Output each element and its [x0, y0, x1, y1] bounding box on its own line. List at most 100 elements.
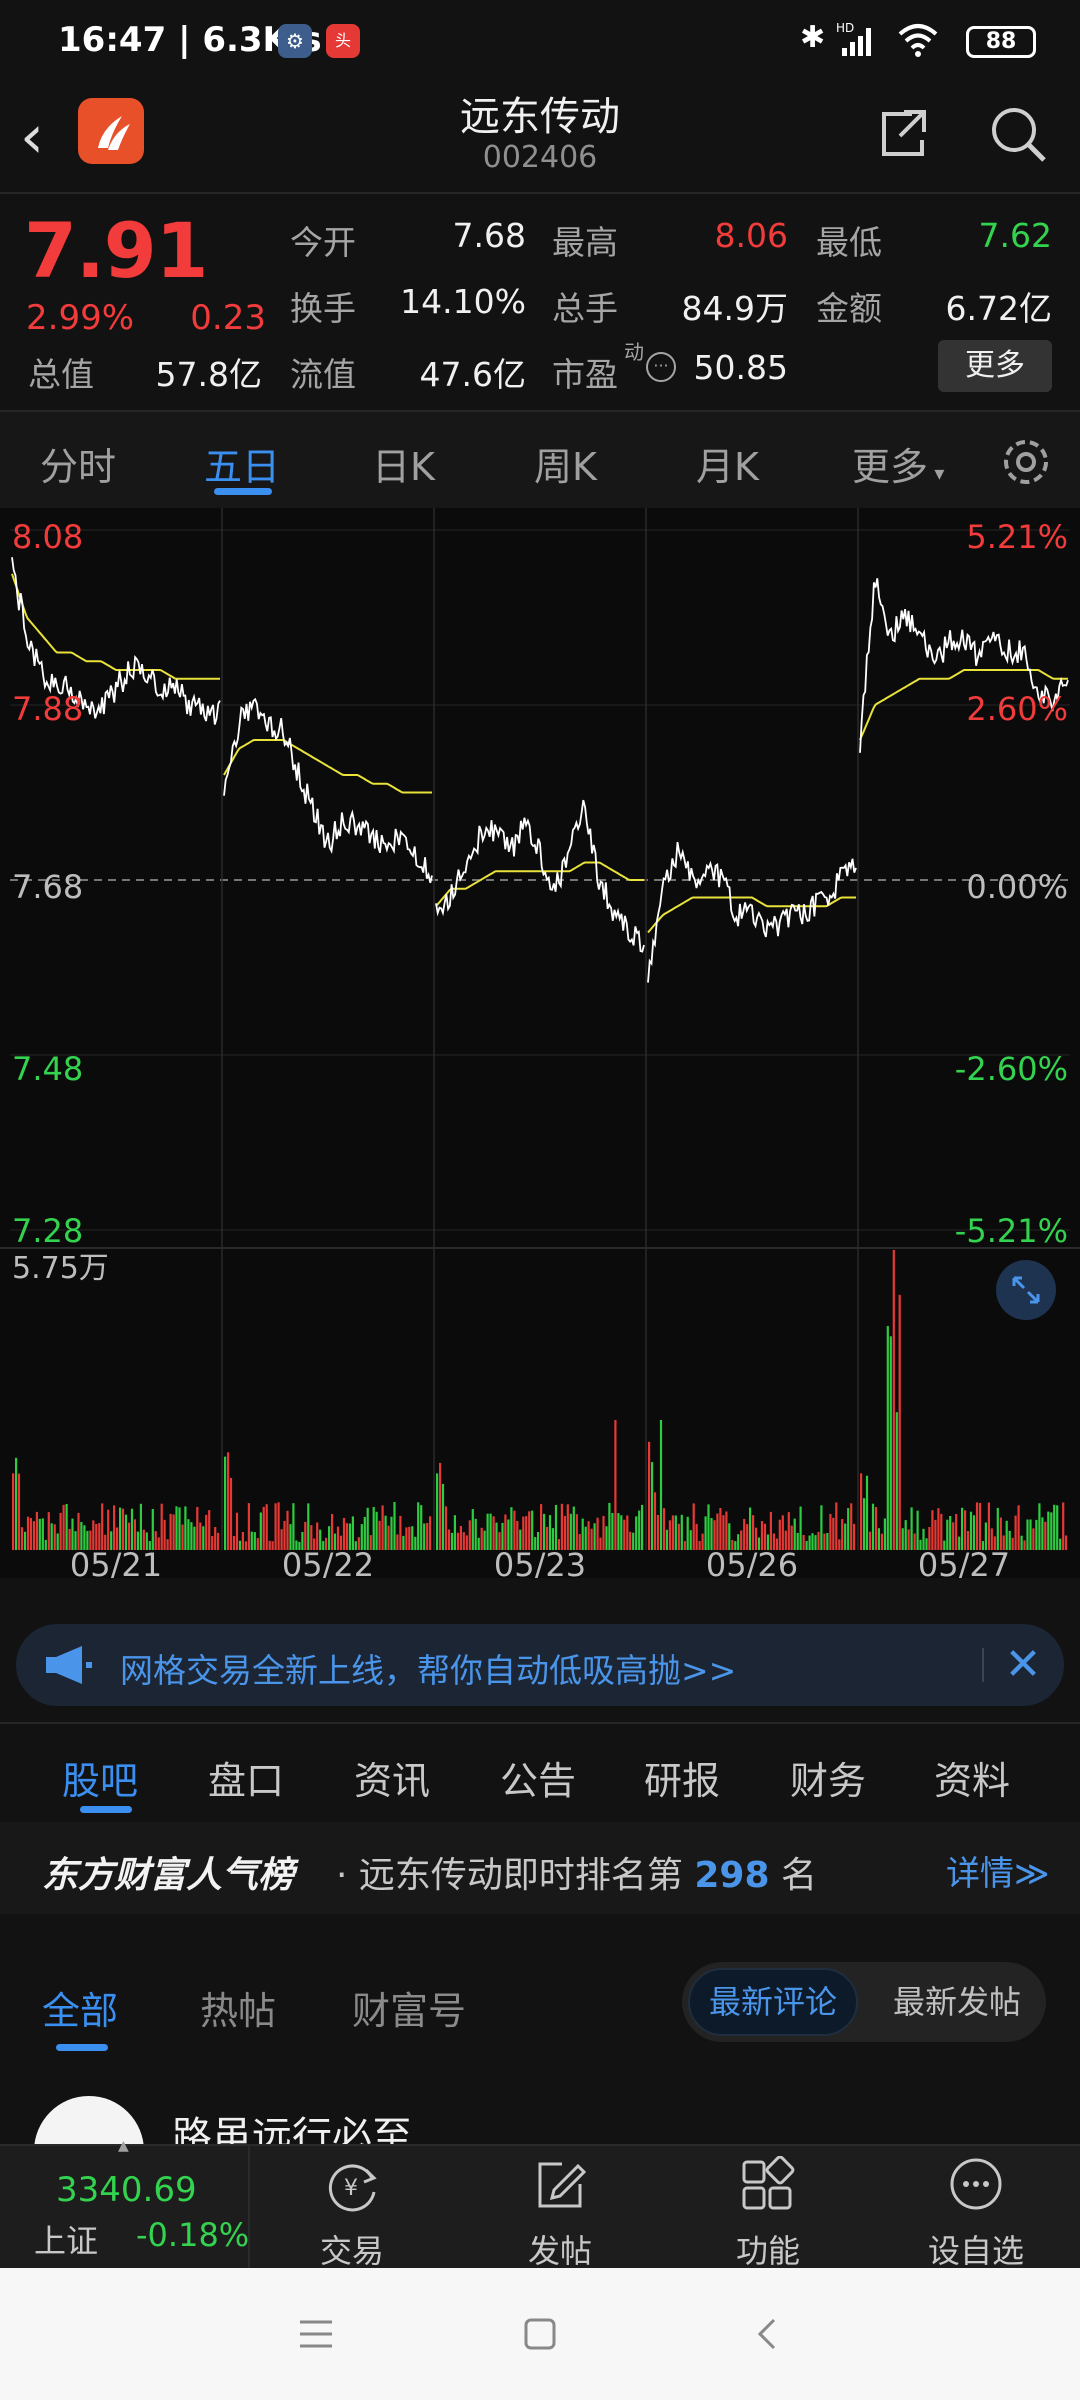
volume-bar: [662, 1508, 666, 1550]
volume-bar: [847, 1508, 850, 1550]
quote-label: 市盈: [552, 355, 618, 394]
feed-tab-all[interactable]: 全部: [42, 1980, 118, 2035]
tab-profile[interactable]: 资料: [934, 1750, 1010, 1805]
tab-more[interactable]: 更多 ▾: [852, 436, 944, 491]
volume-bar: [719, 1508, 722, 1550]
volume-bar: [554, 1505, 558, 1550]
pe-superscript: 动: [624, 340, 644, 364]
volume-bar: [411, 1526, 414, 1550]
sort-latest-comment[interactable]: 最新评论: [688, 1968, 858, 2036]
volume-bar: [184, 1506, 187, 1550]
home-icon[interactable]: [522, 2316, 558, 2352]
nav-trade[interactable]: ¥ 交易: [272, 2146, 432, 2270]
more-icon: [950, 2158, 1002, 2210]
feed-tab-caifuhao[interactable]: 财富号: [352, 1980, 466, 2035]
nav-functions[interactable]: 功能: [688, 2146, 848, 2270]
tab-research[interactable]: 研报: [644, 1750, 720, 1805]
volume-bar: [596, 1517, 599, 1550]
volume-bar: [1035, 1519, 1038, 1550]
close-icon[interactable]: ✕: [996, 1638, 1050, 1692]
more-quote-button[interactable]: 更多: [938, 340, 1052, 392]
volume-bar: [599, 1537, 602, 1550]
volume-bar: [444, 1506, 448, 1550]
quote-value: 47.6亿: [419, 355, 526, 394]
expand-icon[interactable]: [994, 1258, 1058, 1322]
tab-daily-k[interactable]: 日K: [372, 436, 435, 491]
volume-bar: [77, 1512, 80, 1550]
volume-bar: [531, 1510, 534, 1550]
tab-weekly-k[interactable]: 周K: [534, 436, 597, 491]
yen-refresh-icon: ¥: [328, 2164, 377, 2212]
volume-bar: [575, 1514, 578, 1550]
quote-value: 50.85: [693, 348, 788, 387]
volume-bar: [626, 1515, 629, 1550]
volume-bar: [277, 1502, 280, 1550]
volume-bar: [32, 1521, 35, 1550]
promo-text: 网格交易全新上线，帮你自动低吸高抛>>: [120, 1651, 737, 1690]
volume-bar: [271, 1541, 274, 1550]
share-icon[interactable]: [870, 100, 936, 166]
quote-value: 14.10%: [400, 282, 526, 321]
volume-bar: [436, 1473, 439, 1550]
volume-bar: [689, 1530, 692, 1550]
y-axis-left-label: 7.48: [12, 1050, 83, 1088]
five-day-chart[interactable]: 8.08 7.88 7.68 7.48 7.28 5.21% 2.60% 0.00% -2.60…: [0, 508, 1080, 1578]
sort-latest-post[interactable]: 最新发帖: [874, 1968, 1040, 2036]
volume-bar: [749, 1507, 752, 1550]
volume-bar: [121, 1508, 125, 1550]
feed-tab-hot[interactable]: 热帖: [200, 1980, 276, 2035]
quote-label: 最低: [816, 223, 882, 262]
volume-bar: [38, 1518, 41, 1550]
popularity-rank: 298: [694, 1855, 770, 1896]
volume-bar: [196, 1506, 199, 1550]
volume-bar: [860, 1473, 863, 1550]
volume-bar: [1029, 1519, 1032, 1550]
tab-five-day[interactable]: 五日: [204, 436, 280, 491]
menu-icon[interactable]: [298, 2316, 334, 2352]
search-icon[interactable]: [984, 100, 1050, 166]
tab-announcements[interactable]: 公告: [500, 1750, 576, 1805]
volume-bar: [274, 1503, 277, 1550]
tab-guba[interactable]: 股吧: [62, 1750, 138, 1805]
promo-banner[interactable]: 网格交易全新上线，帮你自动低吸高抛>> ✕: [16, 1624, 1064, 1706]
tab-finance[interactable]: 财务: [790, 1750, 866, 1805]
sort-toggle: 最新评论 最新发帖: [682, 1962, 1046, 2042]
popularity-detail-link[interactable]: 详情≫: [946, 1846, 1050, 1895]
volume-bar: [787, 1512, 790, 1550]
volume-bar: [569, 1513, 572, 1550]
volume-bar: [1047, 1511, 1050, 1550]
volume-bar: [256, 1538, 259, 1550]
volume-bar: [901, 1528, 904, 1550]
volume-bar: [978, 1503, 982, 1550]
volume-bar: [187, 1519, 190, 1550]
volume-bar: [166, 1539, 169, 1550]
volume-bar: [961, 1507, 964, 1550]
volume-bar: [548, 1515, 552, 1550]
volume-bar: [15, 1457, 18, 1550]
volume-bar: [227, 1452, 230, 1550]
tab-monthly-k[interactable]: 月K: [696, 436, 759, 491]
volume-bar: [608, 1502, 611, 1550]
popularity-bar[interactable]: 东方财富人气榜 · 远东传动即时排名第 298 名 详情≫: [0, 1822, 1080, 1914]
volume-bar: [468, 1520, 471, 1550]
back-nav-icon[interactable]: [750, 2316, 786, 2352]
volume-bar: [56, 1533, 59, 1550]
tab-pankou[interactable]: 盘口: [208, 1750, 284, 1805]
volume-bar: [972, 1515, 976, 1550]
volume-bar: [65, 1504, 68, 1550]
index-value[interactable]: 3340.69: [56, 2170, 197, 2210]
volume-bar: [1044, 1521, 1047, 1550]
tab-news[interactable]: 资讯: [354, 1750, 430, 1805]
y-axis-right-label: -2.60%: [955, 1050, 1068, 1088]
nav-post[interactable]: 发帖: [480, 2146, 640, 2270]
volume-bar: [1011, 1537, 1014, 1550]
nav-add-watchlist[interactable]: 设自选: [896, 2146, 1056, 2270]
volume-bar: [235, 1512, 239, 1550]
gear-icon[interactable]: [998, 434, 1054, 490]
volume-bar: [12, 1473, 15, 1550]
volume-bar: [492, 1516, 495, 1550]
volume-bar: [450, 1532, 454, 1550]
tab-intraday[interactable]: 分时: [40, 436, 116, 491]
info-dots-icon[interactable]: ···: [646, 352, 676, 382]
divider: [248, 2146, 250, 2270]
